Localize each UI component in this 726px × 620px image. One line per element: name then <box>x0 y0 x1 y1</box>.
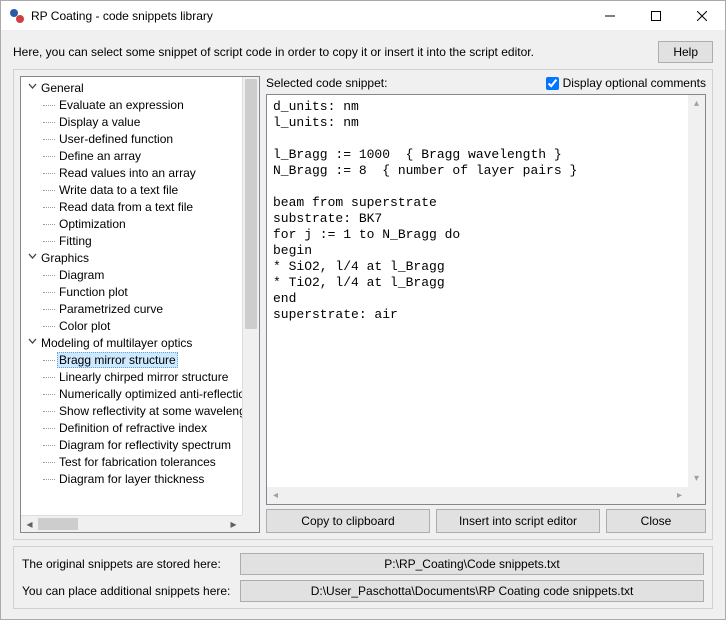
tree-item[interactable]: Write data to a text file <box>23 181 242 198</box>
tree-item-label: Diagram <box>57 268 106 282</box>
original-path-label: The original snippets are stored here: <box>22 557 232 571</box>
additional-path-button[interactable]: D:\User_Paschotta\Documents\RP Coating c… <box>240 580 704 602</box>
tree-category-label: Graphics <box>39 251 91 265</box>
tree-item[interactable]: Definition of refractive index <box>23 419 242 436</box>
help-button[interactable]: Help <box>658 41 713 63</box>
display-comments-label: Display optional comments <box>563 76 706 90</box>
tree-item[interactable]: Numerically optimized anti-reflection <box>23 385 242 402</box>
tree-item-label: Read data from a text file <box>57 200 195 214</box>
tree-vscrollbar[interactable] <box>242 77 259 515</box>
tree-category-label: Modeling of multilayer optics <box>39 336 194 350</box>
tree-item[interactable]: User-defined function <box>23 130 242 147</box>
tree-category[interactable]: General <box>23 79 242 96</box>
tree-item-label: Parametrized curve <box>57 302 165 316</box>
tree-item[interactable]: Linearly chirped mirror structure <box>23 368 242 385</box>
titlebar: RP Coating - code snippets library <box>1 1 725 31</box>
scroll-down-icon[interactable]: ▾ <box>688 470 705 487</box>
maximize-button[interactable] <box>633 1 679 31</box>
chevron-down-icon[interactable] <box>25 252 39 264</box>
tree-item[interactable]: Color plot <box>23 317 242 334</box>
tree-item-label: Numerically optimized anti-reflection <box>57 387 242 401</box>
tree-item-label: Read values into an array <box>57 166 198 180</box>
code-hscrollbar[interactable]: ◂ ▸ <box>267 487 688 504</box>
window-title: RP Coating - code snippets library <box>31 9 587 23</box>
tree-item-label: Bragg mirror structure <box>57 352 178 368</box>
tree-item-label: Fitting <box>57 234 94 248</box>
tree-item[interactable]: Diagram <box>23 266 242 283</box>
intro-text: Here, you can select some snippet of scr… <box>13 45 650 59</box>
app-icon <box>9 8 25 24</box>
code-content: d_units: nm l_units: nm l_Bragg := 1000 … <box>267 95 688 487</box>
snippet-tree[interactable]: General Evaluate an expression Display a v… <box>20 76 260 533</box>
tree-category[interactable]: Graphics <box>23 249 242 266</box>
code-vscrollbar[interactable]: ▴ ▾ <box>688 95 705 487</box>
close-window-button[interactable] <box>679 1 725 31</box>
tree-item-label: Display a value <box>57 115 142 129</box>
tree-item[interactable]: Read data from a text file <box>23 198 242 215</box>
tree-item-label: Diagram for layer thickness <box>57 472 206 486</box>
display-comments-checkbox[interactable]: Display optional comments <box>546 76 706 90</box>
tree-item[interactable]: Optimization <box>23 215 242 232</box>
tree-item[interactable]: Bragg mirror structure <box>23 351 242 368</box>
selected-snippet-label: Selected code snippet: <box>266 76 538 90</box>
scroll-left-icon[interactable]: ◂ <box>21 516 38 533</box>
tree-item[interactable]: Read values into an array <box>23 164 242 181</box>
copy-button[interactable]: Copy to clipboard <box>266 509 430 533</box>
insert-button[interactable]: Insert into script editor <box>436 509 600 533</box>
tree-item-label: Diagram for reflectivity spectrum <box>57 438 233 452</box>
tree-category-label: General <box>39 81 86 95</box>
close-button[interactable]: Close <box>606 509 706 533</box>
app-window: RP Coating - code snippets library Here,… <box>0 0 726 620</box>
scroll-right-icon[interactable]: ▸ <box>225 516 242 533</box>
tree-item-label: Define an array <box>57 149 143 163</box>
additional-path-label: You can place additional snippets here: <box>22 584 232 598</box>
tree-item-label: Function plot <box>57 285 130 299</box>
tree-item[interactable]: Function plot <box>23 283 242 300</box>
tree-item[interactable]: Parametrized curve <box>23 300 242 317</box>
tree-item[interactable]: Diagram for reflectivity spectrum <box>23 436 242 453</box>
code-viewer[interactable]: d_units: nm l_units: nm l_Bragg := 1000 … <box>266 94 706 505</box>
scroll-right-icon[interactable]: ▸ <box>671 487 688 504</box>
tree-item[interactable]: Define an array <box>23 147 242 164</box>
footer-panel: The original snippets are stored here: P… <box>13 546 713 609</box>
tree-item-label: Optimization <box>57 217 128 231</box>
tree-item-label: Show reflectivity at some wavelength <box>57 404 242 418</box>
original-path-button[interactable]: P:\RP_Coating\Code snippets.txt <box>240 553 704 575</box>
tree-hscrollbar[interactable]: ◂ ▸ <box>21 515 242 532</box>
scroll-up-icon[interactable]: ▴ <box>688 95 705 112</box>
tree-item-label: Write data to a text file <box>57 183 180 197</box>
chevron-down-icon[interactable] <box>25 82 39 94</box>
minimize-button[interactable] <box>587 1 633 31</box>
tree-item[interactable]: Display a value <box>23 113 242 130</box>
tree-item-label: User-defined function <box>57 132 175 146</box>
tree-item[interactable]: Show reflectivity at some wavelength <box>23 402 242 419</box>
tree-item-label: Color plot <box>57 319 112 333</box>
tree-item-label: Test for fabrication tolerances <box>57 455 218 469</box>
tree-item[interactable]: Fitting <box>23 232 242 249</box>
chevron-down-icon[interactable] <box>25 337 39 349</box>
scroll-left-icon[interactable]: ◂ <box>267 487 284 504</box>
tree-item[interactable]: Evaluate an expression <box>23 96 242 113</box>
tree-item-label: Definition of refractive index <box>57 421 209 435</box>
tree-item[interactable]: Diagram for layer thickness <box>23 470 242 487</box>
main-panel: General Evaluate an expression Display a v… <box>13 69 713 540</box>
tree-item[interactable]: Test for fabrication tolerances <box>23 453 242 470</box>
tree-item-label: Evaluate an expression <box>57 98 186 112</box>
tree-category[interactable]: Modeling of multilayer optics <box>23 334 242 351</box>
tree-item-label: Linearly chirped mirror structure <box>57 370 230 384</box>
